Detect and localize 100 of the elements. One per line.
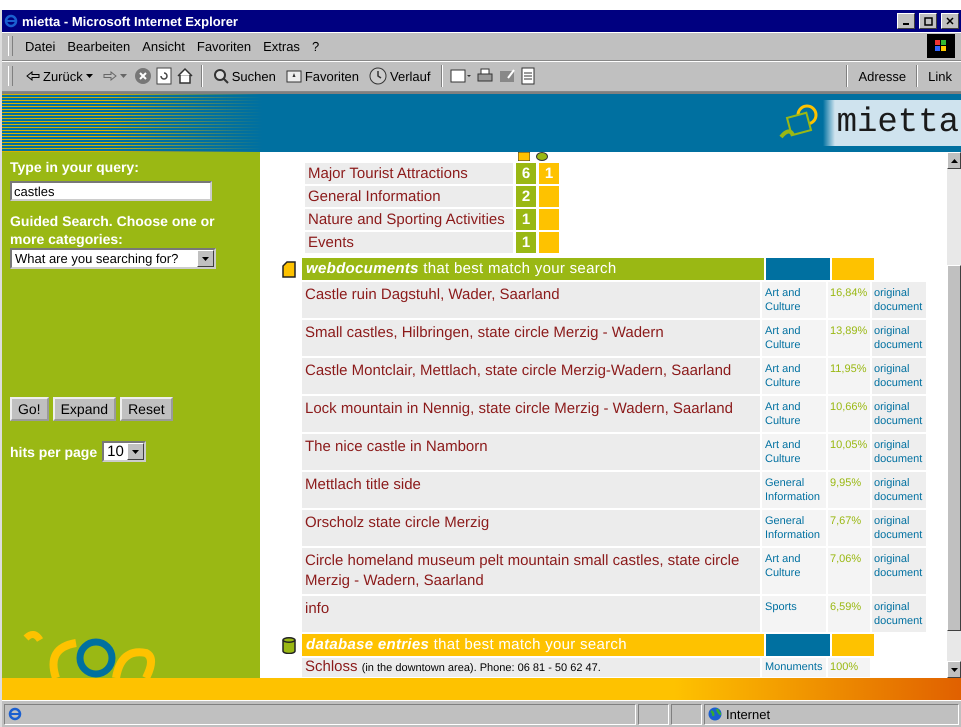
result-category: Art and Culture [762,396,826,432]
original-document-link[interactable]: original document [872,282,926,318]
result-score: 7,67% [828,510,870,546]
web-count: 1 [516,232,536,253]
column-header-bar [766,634,830,656]
result-title[interactable]: Small castles, Hilbringen, state circle Merzig - Wadern [302,320,760,356]
category-name[interactable]: Major Tourist Attractions [305,163,513,184]
minimize-button[interactable] [897,13,915,29]
result-title[interactable]: Mettlach title side [302,472,760,508]
menu-item[interactable]: Favoriten [190,36,258,56]
menu-item[interactable]: Extras [257,36,306,56]
result-title[interactable]: info [302,596,760,632]
result-category: Art and Culture [762,548,826,594]
close-icon [946,17,954,25]
result-title[interactable]: Orscholz state circle Merzig [302,510,760,546]
up-arrow-icon [950,158,958,162]
browser-icon [8,707,22,721]
window-title: mietta - Microsoft Internet Explorer [22,14,239,28]
maximize-button[interactable] [919,13,937,29]
scrollbar[interactable] [947,152,961,678]
result-title[interactable]: The nice castle in Namborn [302,434,760,470]
result-score: 10,66% [828,396,870,432]
form-button[interactable]: Expand [52,397,116,421]
form-button[interactable]: Go! [10,397,49,421]
original-document-link[interactable]: original document [872,396,926,432]
database-count [539,232,559,253]
web-count: 2 [516,186,536,207]
result-score: 9,95% [828,472,870,508]
result-score: 13,89% [828,320,870,356]
column-header-bar [766,258,830,280]
result-category: Sports [762,596,826,632]
original-document-link[interactable]: original document [872,434,926,470]
left-arrow-icon [26,71,40,81]
original-document-link[interactable]: original document [872,596,926,632]
search-button[interactable]: Suchen [210,66,279,86]
section-title: database entries that best match your search [302,634,764,656]
scroll-up-button[interactable] [947,152,961,169]
windows-logo-icon [927,34,955,58]
menu-item[interactable]: Datei [19,36,62,56]
original-document-link[interactable]: original document [872,320,926,356]
result-category: General Information [762,472,826,508]
original-document-link[interactable]: original document [872,548,926,594]
form-button[interactable]: Reset [120,397,173,421]
original-document-link[interactable]: original document [872,472,926,508]
favorites-button[interactable]: Favoriten [282,66,362,86]
section-title: webdocuments that best match your search [302,258,764,280]
query-field[interactable]: castles [10,181,212,201]
result-score: 10,05% [828,434,870,470]
result-category: Art and Culture [762,358,826,394]
refresh-icon[interactable] [156,67,172,85]
result-score: 7,06% [828,548,870,594]
database-count [539,186,559,207]
column-header-bar [832,258,874,280]
result-category: Art and Culture [762,434,826,470]
menu-item[interactable]: Bearbeiten [61,36,136,56]
home-icon[interactable] [176,67,194,85]
result-category: Monuments [762,658,826,677]
web-count: 1 [516,209,536,230]
close-button[interactable] [941,13,959,29]
menu-item[interactable]: Ansicht [136,36,191,56]
result-category: Art and Culture [762,282,826,318]
database-entry[interactable]: Schloss (in the downtown area). Phone: 06 81 - 50 62 47. [302,658,760,677]
guided-search-label: Guided Search. Choose one or more categories: [10,212,216,248]
clock-icon [369,67,388,85]
document-icon[interactable] [520,67,536,85]
document-icon [282,260,296,278]
result-title[interactable]: Castle Montclair, Mettlach, state circle Merzig-Wadern, Saarland [302,358,760,394]
down-arrow-icon [950,668,958,672]
browser-icon [4,14,18,28]
back-button[interactable]: Zurück [23,66,96,86]
category-name[interactable]: General Information [305,186,513,207]
right-arrow-icon [102,71,117,81]
query-label: Type in your query: [10,158,140,176]
result-score: 16,84% [828,282,870,318]
search-icon [212,68,229,84]
original-document-link[interactable]: original document [872,358,926,394]
category-name[interactable]: Nature and Sporting Activities [305,209,513,230]
status-pane [671,704,702,724]
result-title[interactable]: Castle ruin Dagstuhl, Wader, Saarland [302,282,760,318]
database-icon [282,636,296,654]
logo-text: mietta [822,100,961,146]
web-count: 6 [516,163,536,184]
database-count: 1 [539,163,559,184]
status-pane [638,704,669,724]
result-category: General Information [762,510,826,546]
category-select[interactable]: What are you searching for? [10,248,216,269]
result-title[interactable]: Lock mountain in Nennig, state circle Merzig - Wadern, Saarland [302,396,760,432]
scroll-thumb[interactable] [947,265,961,631]
original-document-link[interactable]: original document [872,510,926,546]
result-score: 6,59% [828,596,870,632]
result-title[interactable]: Circle homeland museum pelt mountain small castles, state circle Merzig - Wadern, Saarland [302,548,760,594]
links-label[interactable]: Link [925,66,955,86]
history-button[interactable]: Verlauf [366,65,434,87]
category-name[interactable]: Events [305,232,513,253]
menu-item[interactable]: ? [306,36,326,56]
scroll-down-button[interactable] [947,661,961,678]
address-label: Adresse [857,68,908,86]
stop-icon[interactable] [134,67,152,85]
hits-select[interactable]: 10 [102,441,146,462]
caret-icon [120,74,127,78]
